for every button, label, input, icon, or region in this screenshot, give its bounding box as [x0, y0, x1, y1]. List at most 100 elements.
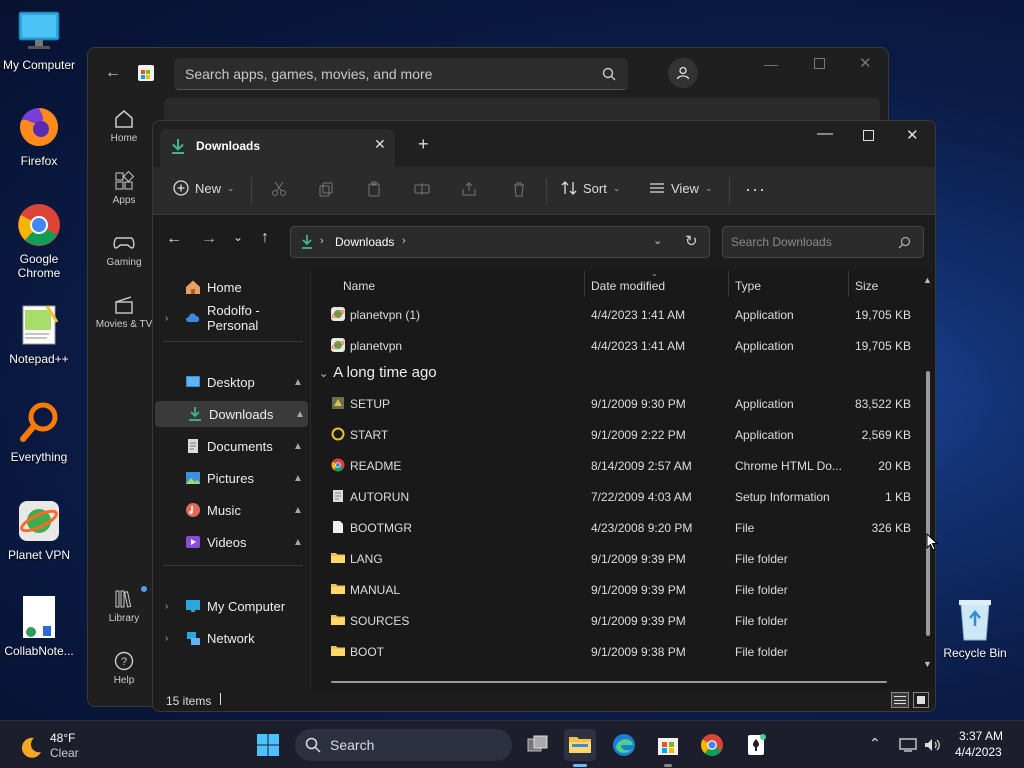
store-nav-apps[interactable]: Apps: [88, 170, 160, 206]
store-nav-home[interactable]: Home: [88, 108, 160, 144]
file-row[interactable]: START 9/1/2009 2:22 PM Application 2,569…: [311, 421, 911, 449]
new-tab-button[interactable]: +: [418, 134, 429, 155]
store-maximize-button[interactable]: [814, 58, 825, 69]
store-close-button[interactable]: ✕: [859, 54, 872, 72]
file-row[interactable]: README 8/14/2009 2:57 AM Chrome HTML Do.…: [311, 452, 911, 480]
nav-onedrive[interactable]: › Rodolfo - Personal: [153, 303, 309, 333]
copy-icon[interactable]: [316, 179, 336, 199]
sort-button[interactable]: Sort ⌄: [561, 180, 620, 196]
nav-pictures[interactable]: Pictures ▲: [153, 465, 309, 491]
column-header-name[interactable]: Name: [343, 279, 375, 293]
expand-chevron-icon[interactable]: ›: [165, 313, 168, 324]
column-header-size[interactable]: Size: [855, 279, 878, 293]
desktop-icon-notepadpp[interactable]: Notepad++: [0, 302, 78, 366]
back-button[interactable]: ←: [166, 230, 182, 248]
task-view-button[interactable]: [522, 729, 554, 761]
store-nav-help[interactable]: ? Help: [88, 650, 160, 686]
share-icon[interactable]: [459, 179, 479, 199]
tiles-view-button[interactable]: [913, 692, 929, 708]
clock-date[interactable]: 4/4/2023: [955, 745, 1002, 759]
file-row[interactable]: planetvpn (1) 4/4/2023 1:41 AM Applicati…: [311, 301, 911, 329]
folder-row[interactable]: BOOT 9/1/2009 9:38 PM File folder: [311, 638, 911, 666]
chrome-taskbar-button[interactable]: [696, 729, 728, 761]
scroll-up-arrow-icon[interactable]: ▲: [923, 275, 932, 285]
nav-network[interactable]: › Network: [153, 625, 309, 651]
file-name: SOURCES: [350, 614, 410, 628]
more-options-icon[interactable]: ···: [745, 179, 766, 200]
column-header-date[interactable]: Date modified: [591, 279, 665, 293]
horizontal-scrollbar-thumb[interactable]: [331, 681, 887, 683]
address-bar[interactable]: › Downloads › ⌄ ↻: [290, 226, 710, 258]
file-row[interactable]: SETUP 9/1/2009 9:30 PM Application 83,52…: [311, 390, 911, 418]
nav-music[interactable]: Music ▲: [153, 497, 309, 523]
account-button[interactable]: [668, 58, 698, 88]
group-label: A long time ago: [333, 364, 437, 381]
volume-icon[interactable]: [923, 737, 941, 753]
new-button[interactable]: New ⌄: [173, 180, 235, 196]
file-row[interactable]: BOOTMGR 4/23/2008 9:20 PM File 326 KB: [311, 514, 911, 542]
file-row[interactable]: planetvpn 4/4/2023 1:41 AM Application 1…: [311, 332, 911, 360]
desktop-icon-collabnote[interactable]: CollabNote...: [0, 594, 78, 658]
group-header[interactable]: ⌄ A long time ago: [319, 364, 437, 386]
solitaire-taskbar-button[interactable]: [740, 729, 772, 761]
desktop-icon-everything[interactable]: Everything: [0, 400, 78, 464]
recent-locations-chevron-icon[interactable]: ⌄: [233, 230, 243, 244]
vertical-scrollbar-thumb[interactable]: [926, 371, 930, 636]
network-status-icon[interactable]: [899, 737, 917, 753]
back-arrow-icon[interactable]: ←: [105, 64, 121, 82]
minimize-button[interactable]: —: [817, 125, 833, 143]
show-hidden-icons-chevron-icon[interactable]: ⌃: [869, 735, 881, 752]
delete-icon[interactable]: [509, 179, 529, 199]
breadcrumb-downloads[interactable]: Downloads: [335, 235, 394, 249]
store-taskbar-button[interactable]: [652, 729, 684, 767]
nav-videos[interactable]: Videos ▲: [153, 529, 309, 555]
nav-home[interactable]: Home: [153, 274, 309, 300]
expand-chevron-icon[interactable]: ›: [165, 601, 168, 612]
nav-desktop[interactable]: Desktop ▲: [153, 369, 309, 395]
desktop-icon-my-computer[interactable]: My Computer: [0, 8, 78, 72]
maximize-button[interactable]: [863, 130, 874, 141]
cut-icon[interactable]: [269, 179, 289, 199]
nav-my-computer[interactable]: › My Computer: [153, 593, 309, 619]
desktop-icon-recycle-bin[interactable]: Recycle Bin: [936, 596, 1014, 660]
search-downloads-input[interactable]: Search Downloads: [722, 226, 924, 258]
details-view-button[interactable]: [891, 692, 909, 708]
nav-downloads[interactable]: Downloads ▲: [155, 401, 308, 427]
file-row[interactable]: AUTORUN 7/22/2009 4:03 AM Setup Informat…: [311, 483, 911, 511]
desktop-icon-planet-vpn[interactable]: Planet VPN: [0, 498, 78, 562]
address-dropdown-icon[interactable]: ⌄: [653, 234, 662, 247]
up-button[interactable]: ↑: [261, 229, 269, 247]
desktop-icon-firefox[interactable]: Firefox: [0, 104, 78, 168]
file-explorer-taskbar-button[interactable]: [564, 729, 596, 767]
folder-row[interactable]: MANUAL 9/1/2009 9:39 PM File folder: [311, 576, 911, 604]
nav-documents[interactable]: Documents ▲: [153, 433, 309, 459]
tab-downloads[interactable]: Downloads ✕: [160, 129, 395, 167]
forward-button[interactable]: →: [201, 230, 217, 248]
paste-icon[interactable]: [364, 179, 384, 199]
store-nav-movies[interactable]: Movies & TV: [88, 294, 160, 330]
folder-row[interactable]: LANG 9/1/2009 9:39 PM File folder: [311, 545, 911, 573]
taskbar-search-label: Search: [330, 737, 375, 753]
expand-chevron-icon[interactable]: ›: [165, 633, 168, 644]
store-search-input[interactable]: Search apps, games, movies, and more: [174, 58, 628, 90]
desktop-icon-google-chrome[interactable]: Google Chrome: [0, 202, 78, 280]
breadcrumb-separator: ›: [320, 235, 324, 247]
store-nav-library[interactable]: Library: [88, 588, 160, 624]
start-button[interactable]: [252, 729, 284, 761]
view-button[interactable]: View ⌄: [649, 180, 713, 196]
close-window-button[interactable]: ✕: [906, 126, 919, 144]
scroll-down-arrow-icon[interactable]: ▼: [923, 659, 932, 669]
file-explorer-window[interactable]: Downloads ✕ + — ✕ New ⌄ Sort ⌄ View ⌄ ··…: [152, 120, 936, 712]
pin-icon: ▲: [293, 440, 303, 452]
edge-taskbar-button[interactable]: [608, 729, 640, 761]
folder-row[interactable]: SOURCES 9/1/2009 9:39 PM File folder: [311, 607, 911, 635]
store-minimize-button[interactable]: —: [764, 56, 778, 72]
clock-time[interactable]: 3:37 AM: [959, 729, 1003, 743]
close-tab-button[interactable]: ✕: [374, 136, 386, 153]
column-header-type[interactable]: Type: [735, 279, 761, 293]
refresh-icon[interactable]: ↻: [685, 232, 698, 250]
rename-icon[interactable]: [412, 179, 432, 199]
weather-widget[interactable]: 48°F Clear: [18, 731, 98, 761]
taskbar-search[interactable]: Search: [295, 729, 512, 761]
store-nav-gaming[interactable]: Gaming: [88, 232, 160, 268]
